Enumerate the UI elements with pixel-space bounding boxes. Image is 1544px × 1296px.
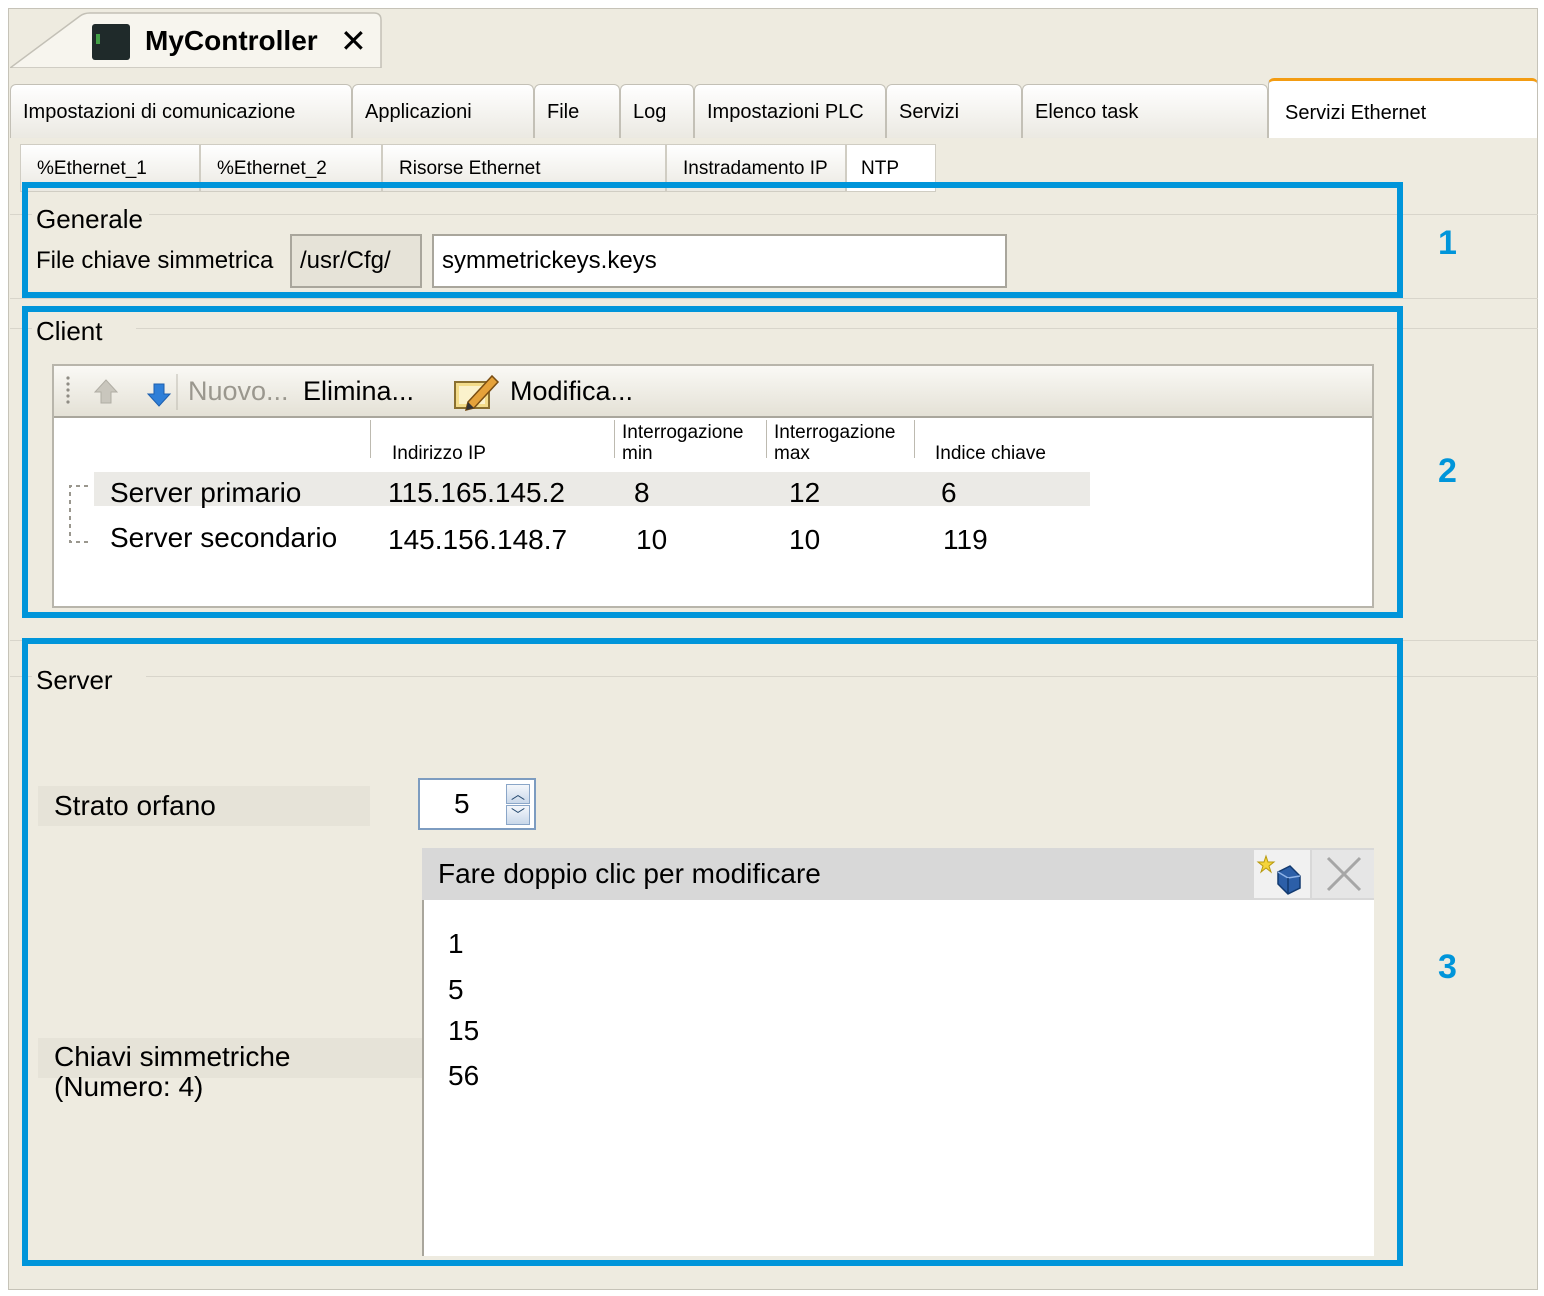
add-key-button[interactable]: [1254, 850, 1310, 898]
add-key-icon: [1256, 854, 1301, 895]
tab-log[interactable]: Log: [620, 84, 694, 138]
controller-icon: [92, 24, 130, 60]
row-primary-min[interactable]: 8: [634, 477, 650, 509]
toolbar-icons: [66, 374, 178, 410]
callout-2: 2: [1438, 452, 1457, 490]
column-separator: [614, 420, 615, 458]
toolbar-grip-icon: [66, 376, 70, 404]
delete-key-button[interactable]: [1312, 850, 1374, 898]
row-primary-max[interactable]: 12: [789, 477, 820, 509]
column-header-key-index[interactable]: Indice chiave: [935, 443, 1046, 464]
column-separator: [914, 420, 915, 458]
tree-connector: [69, 485, 88, 543]
row-secondary-min[interactable]: 10: [636, 524, 667, 556]
column-header-max-line2[interactable]: max: [774, 443, 810, 464]
edit-button[interactable]: Modifica...: [510, 366, 633, 416]
column-separator: [370, 420, 371, 458]
path-prefix-field: /usr/Cfg/: [290, 234, 422, 288]
list-item[interactable]: 15: [448, 1015, 479, 1047]
callout-1: 1: [1438, 224, 1457, 262]
tab-applicazioni[interactable]: Applicazioni: [352, 84, 534, 138]
server-title: Server: [32, 660, 146, 700]
separator: [10, 298, 1538, 299]
tab-file[interactable]: File: [534, 84, 620, 138]
orphan-stratum-value[interactable]: 5: [454, 786, 470, 822]
row-secondary-key[interactable]: 119: [943, 524, 988, 556]
chevron-up-icon[interactable]: ︿: [506, 784, 530, 804]
symmetric-keys-label-line2: (Numero: 4): [54, 1071, 204, 1102]
column-header-ip[interactable]: Indirizzo IP: [392, 443, 486, 464]
list-item[interactable]: 56: [448, 1060, 479, 1092]
orphan-stratum-label: Strato orfano: [38, 786, 370, 826]
chevron-down-icon[interactable]: ﹀: [506, 805, 530, 825]
tab-impostazioni-plc[interactable]: Impostazioni PLC: [694, 84, 886, 138]
delete-icon: [1326, 856, 1362, 892]
delete-button[interactable]: Elimina...: [303, 366, 414, 416]
key-file-input[interactable]: symmetrickeys.keys: [432, 234, 1007, 288]
row-secondary-ip[interactable]: 145.156.148.7: [388, 524, 567, 556]
list-item[interactable]: 5: [448, 974, 464, 1006]
row-secondary-name[interactable]: Server secondario: [110, 522, 337, 554]
tab-impostazioni-comunicazione[interactable]: Impostazioni di comunicazione: [10, 84, 352, 138]
tab-elenco-task[interactable]: Elenco task: [1022, 84, 1268, 138]
column-header-min-line1[interactable]: Interrogazione: [622, 422, 743, 443]
row-secondary-max[interactable]: 10: [789, 524, 820, 556]
file-label: File chiave simmetrica: [36, 247, 274, 274]
callout-3: 3: [1438, 948, 1457, 986]
keys-list-header: Fare doppio clic per modificare: [422, 848, 1374, 900]
move-down-icon[interactable]: [146, 383, 172, 407]
close-icon[interactable]: ✕: [340, 24, 367, 58]
column-header-max-line1[interactable]: Interrogazione: [774, 422, 895, 443]
symmetric-keys-label: Chiavi simmetriche (Numero: 4): [54, 1042, 291, 1102]
symmetric-keys-label-line1: Chiavi simmetriche: [54, 1041, 291, 1072]
row-primary-ip[interactable]: 115.165.145.2: [388, 477, 565, 509]
tab-servizi[interactable]: Servizi: [886, 84, 1022, 138]
new-button[interactable]: Nuovo...: [188, 366, 289, 416]
column-separator: [766, 420, 767, 458]
symmetric-keys-list[interactable]: [422, 900, 1374, 1256]
tab-servizi-ethernet[interactable]: Servizi Ethernet: [1268, 78, 1538, 138]
row-primary-key[interactable]: 6: [941, 477, 957, 509]
column-header-min-line2[interactable]: min: [622, 443, 653, 464]
move-up-icon[interactable]: [93, 379, 119, 404]
generale-title: Generale: [32, 202, 149, 236]
client-title: Client: [32, 314, 136, 350]
row-primary-name[interactable]: Server primario: [110, 477, 301, 509]
edit-icon[interactable]: [452, 370, 500, 412]
document-title: MyController: [145, 25, 318, 56]
list-item[interactable]: 1: [448, 928, 464, 960]
